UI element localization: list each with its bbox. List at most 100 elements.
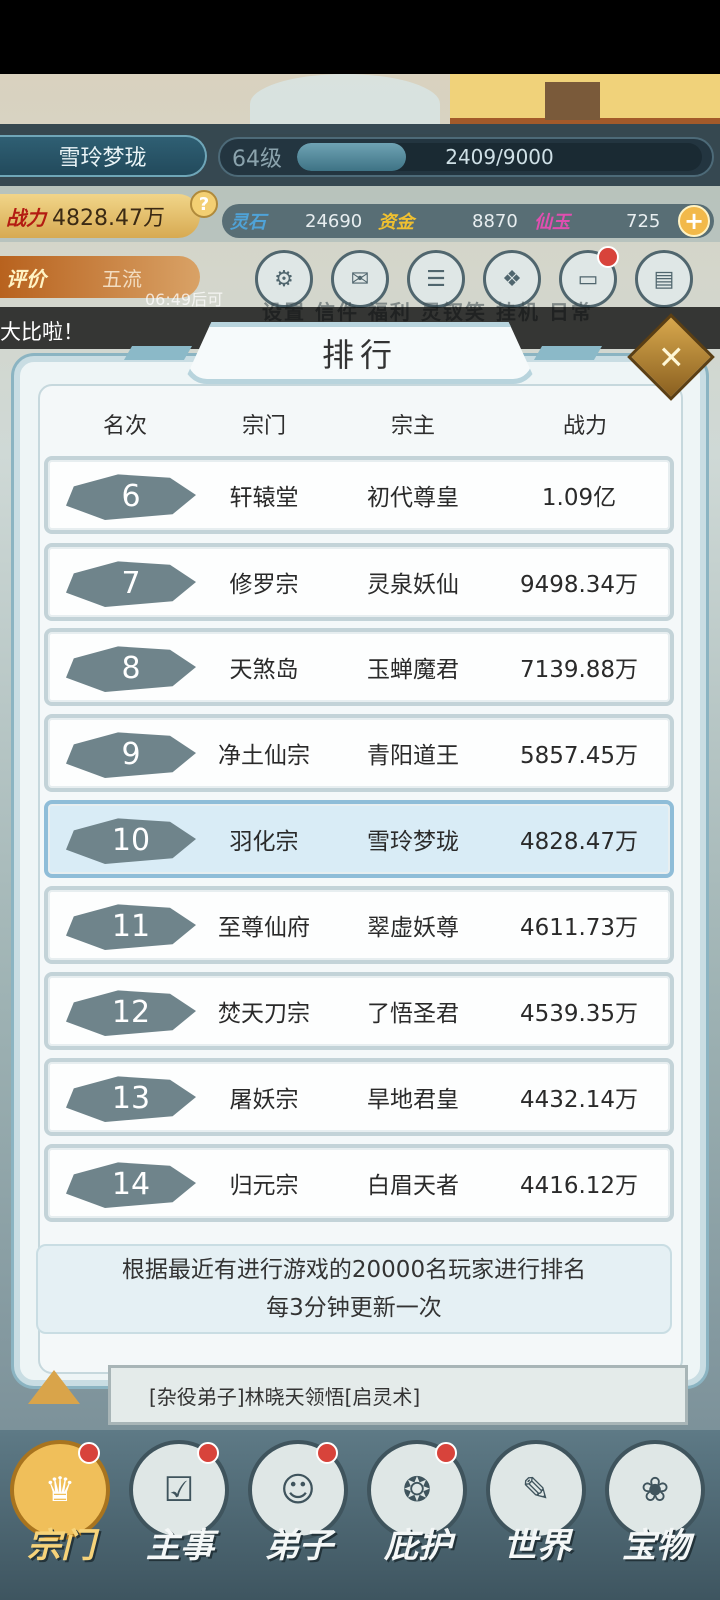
ranking-row[interactable]: 12 焚天刀宗 了悟圣君 4539.35万 <box>44 972 674 1050</box>
nav-item-treasure[interactable]: ❀ 宝物 <box>601 1440 711 1595</box>
sect-name: 至尊仙府 <box>218 915 310 941</box>
event-log: [杂役弟子]林晓天领悟[启灵术] <box>108 1365 688 1425</box>
power-value: 4828.47万 <box>52 206 165 231</box>
ranking-row[interactable]: 7 修罗宗 灵泉妖仙 9498.34万 <box>44 543 674 621</box>
leader-name: 初代尊皇 <box>367 485 459 511</box>
notification-dot-icon <box>435 1442 457 1464</box>
ranking-row[interactable]: 10 羽化宗 雪玲梦珑 4828.47万 <box>44 800 674 878</box>
power-value: 4539.35万 <box>519 1001 639 1027</box>
sect-name: 天煞岛 <box>229 657 299 683</box>
status-bar <box>0 0 720 74</box>
power-value: 7139.88万 <box>519 657 639 683</box>
rank-number: 9 <box>121 736 141 772</box>
ranking-column-headers: 名次 宗门 宗主 战力 <box>0 408 720 439</box>
nav-label: 宝物 <box>622 1526 690 1566</box>
leader-name: 灵泉妖仙 <box>367 572 459 598</box>
leader-name: 翠虚妖尊 <box>367 915 459 941</box>
nav-label: 庇护 <box>384 1526 452 1566</box>
resource-lingshi: 灵石 24690 <box>230 204 362 238</box>
sect-name: 羽化宗 <box>229 829 299 855</box>
power-value: 4828.47万 <box>519 829 639 855</box>
daily-icon[interactable]: ▤ <box>635 250 693 308</box>
sect-name: 屠妖宗 <box>229 1087 299 1113</box>
resource-label: 资金 <box>378 212 414 233</box>
resource-label: 仙玉 <box>534 212 570 233</box>
power-value: 9498.34万 <box>519 572 639 598</box>
resource-value: 8870 <box>472 210 518 232</box>
resource-funds: 资金 8870 <box>378 204 518 238</box>
sect-name: 归元宗 <box>229 1173 299 1199</box>
header-sect: 宗门 <box>241 414 287 439</box>
leader-name: 白眉天者 <box>367 1173 459 1199</box>
rank-number: 6 <box>121 478 141 514</box>
nav-item-shelter[interactable]: ❂ 庇护 <box>363 1440 473 1595</box>
power-label: 战力 <box>6 205 46 230</box>
nav-label: 宗门 <box>27 1526 95 1566</box>
header-leader: 宗主 <box>390 414 436 439</box>
xp-bar: 2409/9000 <box>297 143 702 171</box>
rank-number: 13 <box>111 1080 151 1116</box>
ranking-note-line2: 每3分钟更新一次 <box>266 1295 442 1321</box>
nav-label: 弟子 <box>265 1526 333 1566</box>
title-wing-right <box>533 346 603 360</box>
ranking-title: 排行 <box>321 336 398 374</box>
nav-item-disciple[interactable]: ☺ 弟子 <box>244 1440 354 1595</box>
leader-name: 雪玲梦珑 <box>367 829 459 855</box>
sect-name: 轩辕堂 <box>229 485 299 511</box>
help-icon[interactable]: ? <box>190 190 218 218</box>
power-display: 战力 4828.47万 <box>0 194 200 238</box>
resource-xianyu: 仙玉 725 <box>534 204 660 238</box>
resource-value: 725 <box>626 210 661 232</box>
power-value: 5857.45万 <box>519 743 639 769</box>
ranking-row[interactable]: 13 屠妖宗 旱地君皇 4432.14万 <box>44 1058 674 1136</box>
ranking-row[interactable]: 9 净土仙宗 青阳道王 5857.45万 <box>44 714 674 792</box>
ranking-row[interactable]: 8 天煞岛 玉蝉魔君 7139.88万 <box>44 628 674 706</box>
level-panel: 64级 2409/9000 <box>218 137 714 177</box>
power-value: 1.09亿 <box>541 485 617 511</box>
close-icon: ✕ <box>657 338 685 376</box>
power-value: 4432.14万 <box>519 1087 639 1113</box>
title-wing-left <box>123 346 193 360</box>
rank-number: 12 <box>111 994 151 1030</box>
rating-value: 五流 <box>102 266 142 291</box>
rank-number: 14 <box>111 1166 151 1202</box>
ranking-note-line1: 根据最近有进行游戏的20000名玩家进行排名 <box>121 1257 587 1283</box>
nav-item-world[interactable]: ✎ 世界 <box>482 1440 592 1595</box>
notification-dot-icon <box>316 1442 338 1464</box>
sect-name: 修罗宗 <box>229 572 299 598</box>
leader-name: 旱地君皇 <box>367 1087 459 1113</box>
xp-text: 2409/9000 <box>445 145 554 169</box>
notification-dot-icon <box>197 1442 219 1464</box>
add-currency-plus-icon[interactable]: + <box>678 205 710 237</box>
resource-value: 24690 <box>305 210 363 232</box>
ranking-row[interactable]: 14 归元宗 白眉天者 4416.12万 <box>44 1144 674 1222</box>
leader-name: 了悟圣君 <box>367 1001 459 1027</box>
resource-label: 灵石 <box>230 212 266 233</box>
rank-number: 8 <box>121 650 141 686</box>
ranking-row[interactable]: 11 至尊仙府 翠虚妖尊 4611.73万 <box>44 886 674 964</box>
rank-number: 7 <box>121 565 141 601</box>
temple-decoration <box>450 74 720 124</box>
marquee-text: 大比啦！ <box>0 320 84 344</box>
notification-dot-icon <box>597 246 619 268</box>
level-label: 64级 <box>232 147 282 172</box>
rank-number: 10 <box>111 822 151 858</box>
header-rank: 名次 <box>102 414 148 439</box>
ranking-note: 根据最近有进行游戏的20000名玩家进行排名 每3分钟更新一次 <box>36 1244 672 1334</box>
nav-item-task[interactable]: ☑ 主事 <box>125 1440 235 1595</box>
notification-dot-icon <box>78 1442 100 1464</box>
expand-arrow-icon[interactable] <box>28 1370 80 1404</box>
leader-name: 青阳道王 <box>367 743 459 769</box>
sect-name: 焚天刀宗 <box>218 1001 310 1027</box>
nav-label: 世界 <box>503 1526 571 1566</box>
leader-name: 玉蝉魔君 <box>367 657 459 683</box>
header-power: 战力 <box>562 414 608 439</box>
sect-name: 净土仙宗 <box>218 743 310 769</box>
ranking-title-banner: 排行 <box>183 322 537 384</box>
rank-number: 11 <box>111 908 151 944</box>
rating-label: 评价 <box>6 266 46 291</box>
power-value: 4611.73万 <box>519 915 639 941</box>
player-name[interactable]: 雪玲梦珑 <box>0 135 207 177</box>
nav-item-sect[interactable]: ♛ 宗门 <box>6 1440 116 1595</box>
ranking-row[interactable]: 6 轩辕堂 初代尊皇 1.09亿 <box>44 456 674 534</box>
